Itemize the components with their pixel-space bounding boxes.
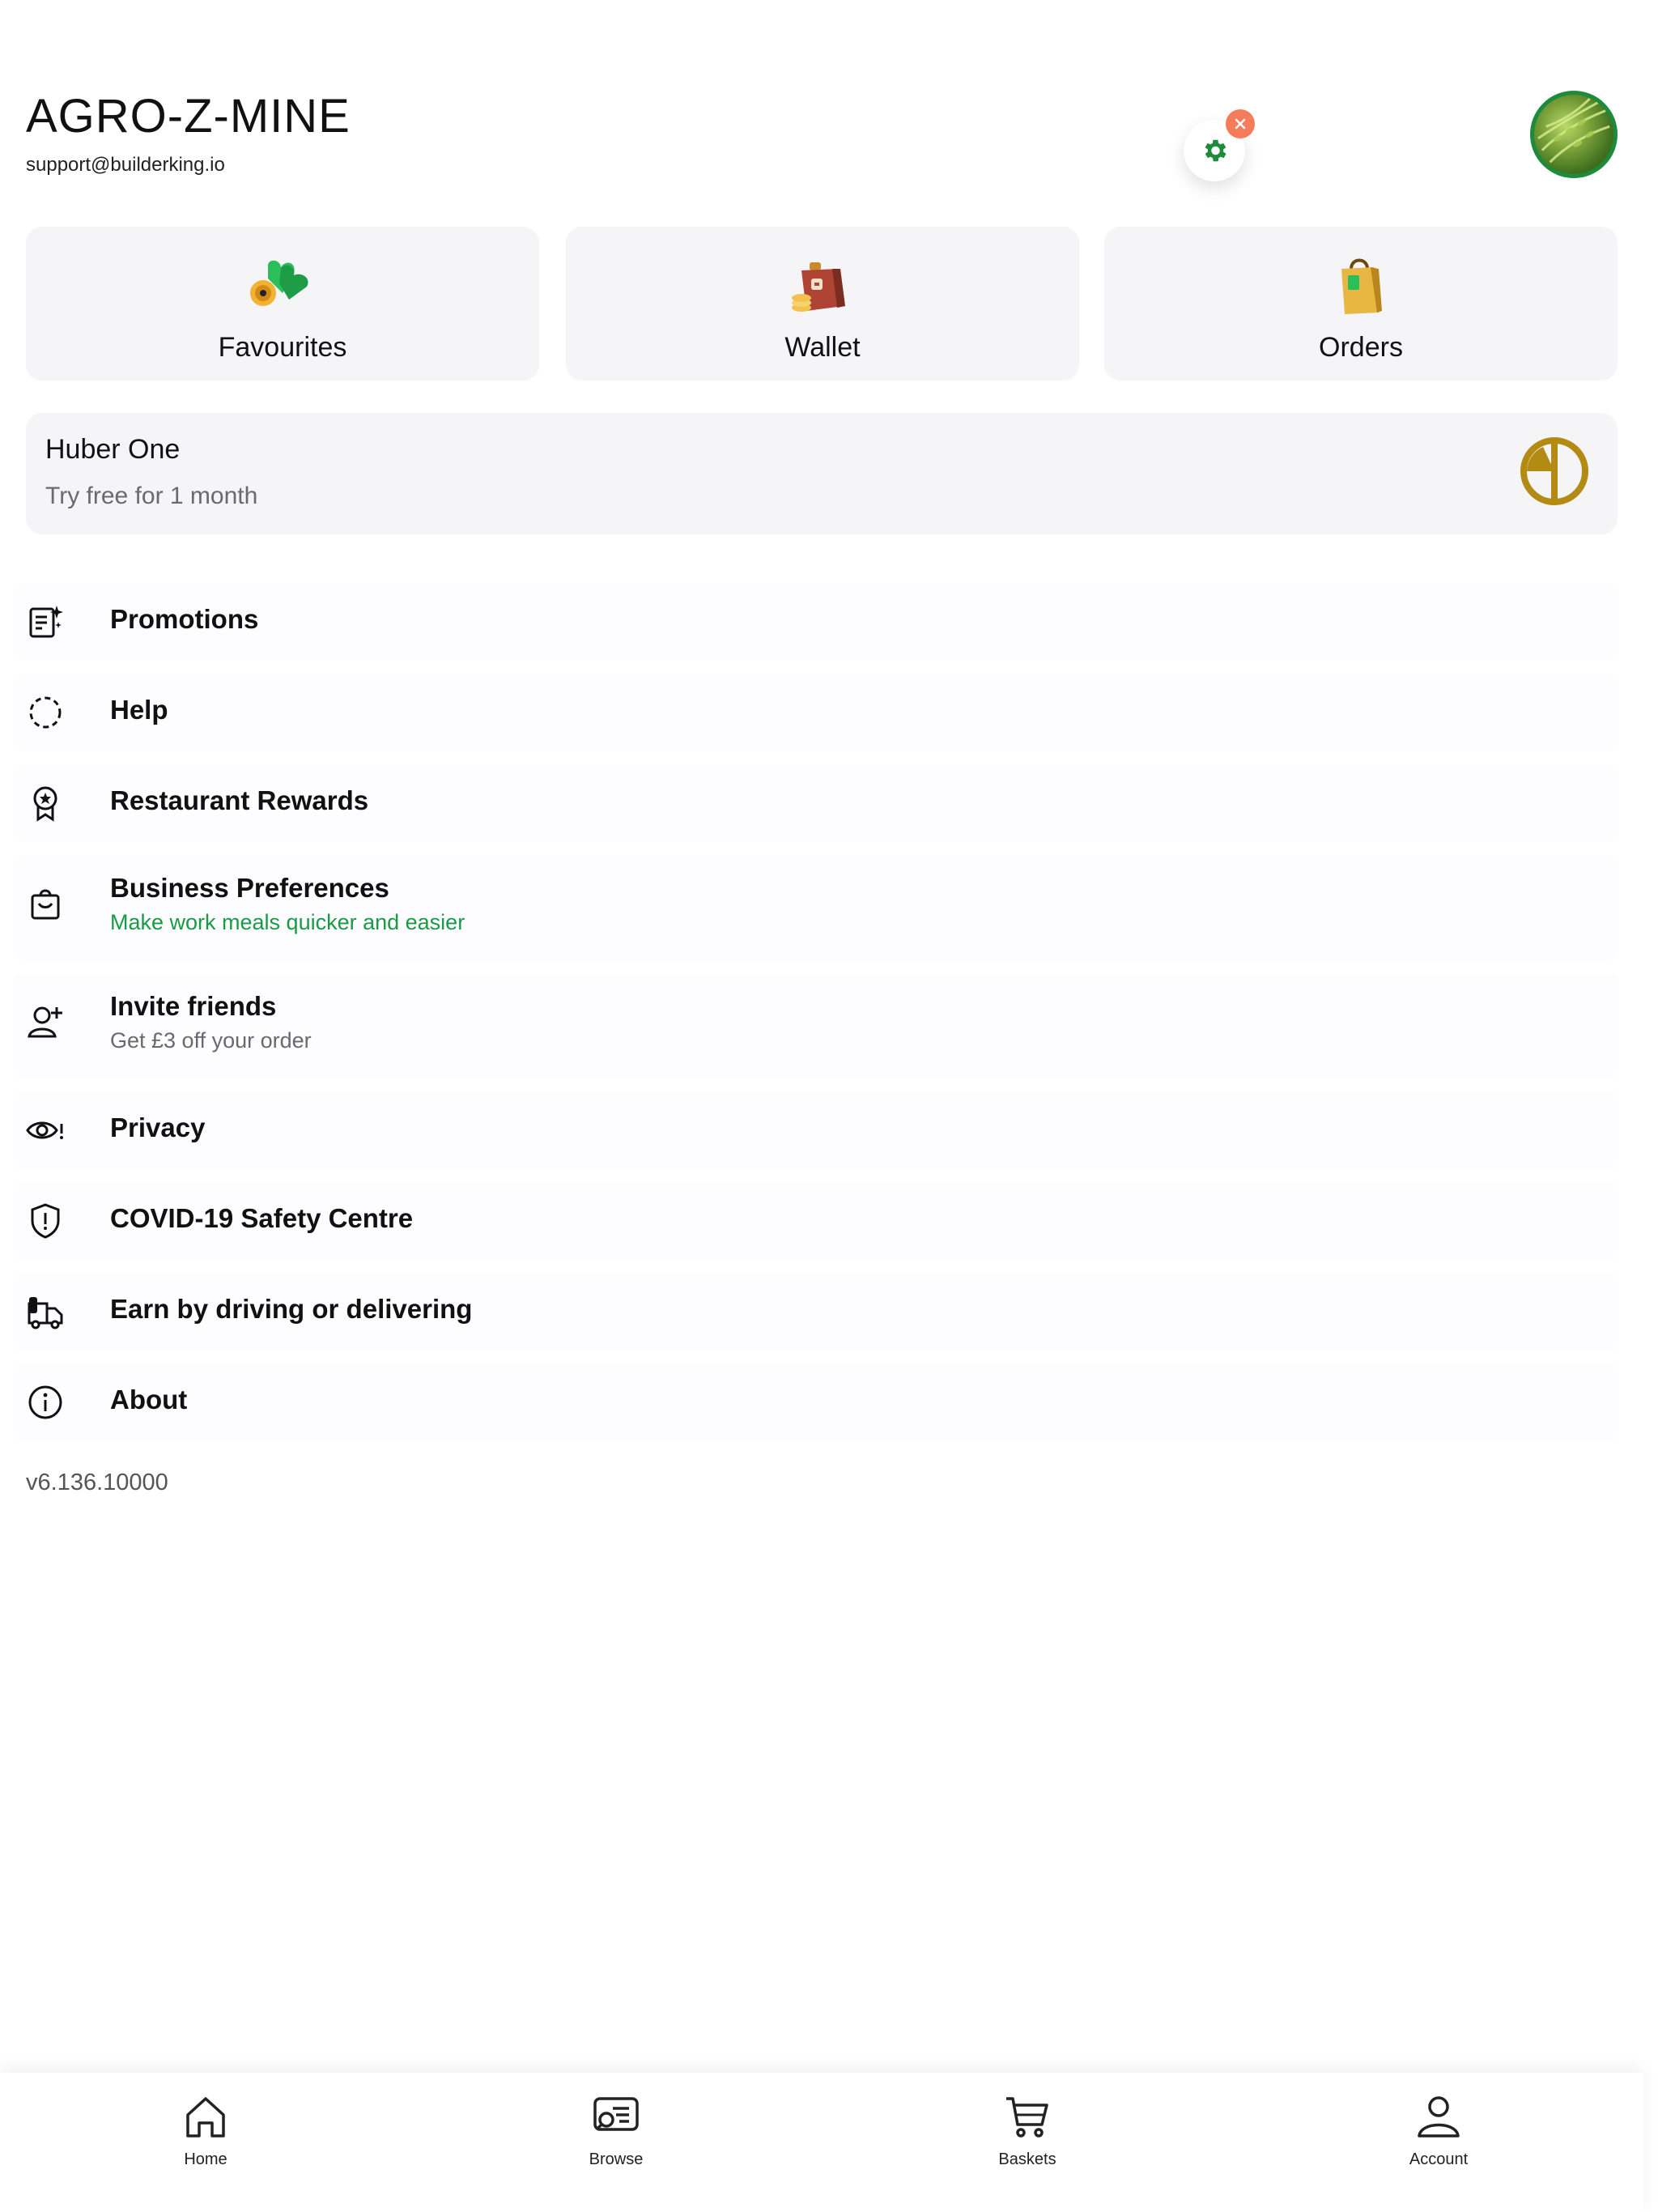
menu-item-title: COVID-19 Safety Centre — [110, 1203, 414, 1233]
menu-item-covid-safety[interactable]: COVID-19 Safety Centre — [13, 1182, 1619, 1260]
menu-item-subtitle: Make work meals quicker and easier — [110, 910, 466, 934]
menu-item-title: Restaurant Rewards — [110, 785, 369, 815]
promo-title: Huber One — [45, 434, 181, 465]
avatar-image — [1537, 97, 1610, 164]
privacy-eye-icon — [26, 1121, 63, 1139]
app-version: v6.136.10000 — [26, 1470, 168, 1495]
menu-item-invite-friends[interactable]: Invite friends Get £3 off your order — [13, 973, 1619, 1078]
menu-item-title: Invite friends — [110, 991, 277, 1021]
tile-orders[interactable]: Orders — [1104, 227, 1618, 381]
close-button[interactable] — [1226, 109, 1255, 138]
menu-item-privacy[interactable]: Privacy — [13, 1091, 1619, 1169]
briefcase-icon — [31, 889, 60, 920]
close-icon — [1235, 118, 1246, 130]
home-icon — [186, 2097, 225, 2138]
shield-alert-icon — [31, 1203, 60, 1239]
profile-avatar[interactable] — [1530, 91, 1618, 178]
menu-list: Promotions Help Restaurant Rewards Busin… — [13, 583, 1619, 1454]
tile-favourites[interactable]: Favourites — [26, 227, 539, 381]
menu-item-title: About — [110, 1385, 188, 1414]
huber-one-card[interactable]: Huber One Try free for 1 month — [26, 413, 1618, 534]
help-icon — [29, 696, 62, 729]
nav-home[interactable]: Home — [141, 2091, 270, 2169]
bottom-navigation: Home Browse Baskets Account — [0, 2073, 1643, 2212]
user-email: support@builderking.io — [26, 154, 225, 176]
account-page: AGRO-Z-MINE support@builderking.io Favou… — [0, 0, 1658, 2212]
menu-item-title: Privacy — [110, 1112, 206, 1142]
menu-item-restaurant-rewards[interactable]: Restaurant Rewards — [13, 764, 1619, 842]
menu-item-title: Business Preferences — [110, 873, 389, 903]
menu-item-title: Help — [110, 695, 168, 725]
menu-item-help[interactable]: Help — [13, 674, 1619, 751]
menu-item-subtitle: Get £3 off your order — [110, 1028, 312, 1053]
menu-item-business-preferences[interactable]: Business Preferences Make work meals qui… — [13, 855, 1619, 960]
menu-item-title: Earn by driving or delivering — [110, 1294, 473, 1324]
nav-label: Account — [1409, 2150, 1469, 2168]
nav-label: Browse — [589, 2150, 644, 2168]
nav-baskets[interactable]: Baskets — [963, 2091, 1092, 2169]
page-title: AGRO-Z-MINE — [26, 90, 351, 143]
add-user-icon — [28, 1006, 62, 1038]
tile-wallet-label: Wallet — [784, 332, 861, 363]
menu-item-about[interactable]: About — [13, 1363, 1619, 1441]
browse-icon — [593, 2097, 639, 2131]
tile-wallet[interactable]: Wallet — [566, 227, 1079, 381]
nav-browse[interactable]: Browse — [551, 2091, 681, 2169]
menu-item-title: Promotions — [110, 604, 259, 634]
favourites-icon — [250, 260, 308, 306]
info-icon — [28, 1385, 62, 1419]
wallet-icon — [792, 262, 845, 312]
promo-subtitle: Try free for 1 month — [45, 483, 258, 509]
tile-orders-label: Orders — [1319, 332, 1403, 363]
menu-item-earn-driving[interactable]: Earn by driving or delivering — [13, 1273, 1619, 1351]
rewards-icon — [33, 786, 57, 822]
gear-icon — [1205, 139, 1226, 162]
nav-label: Home — [184, 2150, 227, 2168]
nav-label: Baskets — [998, 2150, 1056, 2168]
account-icon — [1418, 2096, 1460, 2138]
menu-item-promotions[interactable]: Promotions — [13, 583, 1619, 661]
nav-account[interactable]: Account — [1374, 2091, 1503, 2169]
promotions-icon — [29, 606, 63, 638]
orders-icon — [1341, 258, 1382, 314]
delivery-truck-icon — [28, 1297, 63, 1329]
tile-favourites-label: Favourites — [218, 332, 347, 363]
huber-one-logo — [1520, 437, 1588, 505]
cart-icon — [1006, 2097, 1048, 2138]
